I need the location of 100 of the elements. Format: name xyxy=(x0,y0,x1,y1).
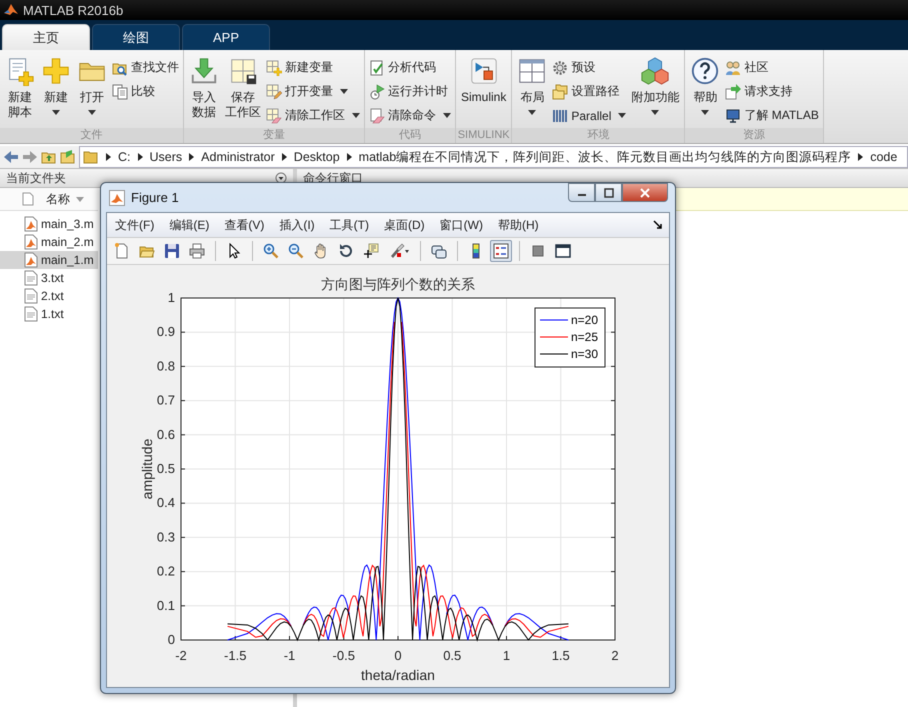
grid-plus-icon xyxy=(266,60,282,76)
ribbon-button[interactable]: 查找文件 xyxy=(110,56,181,79)
file-row[interactable]: main_1.m xyxy=(0,251,98,269)
ribbon-tab[interactable]: 绘图 xyxy=(92,24,180,50)
tick-label: 2 xyxy=(611,648,619,663)
chevron-icon xyxy=(858,153,864,161)
ribbon-tab[interactable]: 主页 xyxy=(2,24,90,50)
script-file-icon xyxy=(24,234,38,250)
file-row[interactable]: 2.txt xyxy=(0,287,98,305)
ribbon-button[interactable]: 打开变量 xyxy=(264,80,362,103)
chevron-icon xyxy=(346,153,352,161)
menu-item[interactable]: 窗口(W) xyxy=(440,216,483,234)
file-name: main_1.m xyxy=(41,253,94,267)
group-label: 代码 xyxy=(365,128,455,143)
text-file-icon xyxy=(24,270,38,286)
group-label: 环境 xyxy=(512,128,684,143)
menu-item[interactable]: 帮助(H) xyxy=(498,216,539,234)
ribbon-button[interactable]: 布局 xyxy=(514,54,550,117)
tick-label: 0.6 xyxy=(156,426,175,442)
path-segment[interactable]: Desktop xyxy=(294,150,340,164)
path-segment[interactable]: C: xyxy=(118,150,130,164)
compare-documents-icon xyxy=(112,84,128,100)
close-icon xyxy=(640,188,650,198)
tick-label: -2 xyxy=(175,648,187,663)
y-axis-label: amplitude xyxy=(139,438,155,500)
ribbon-button[interactable]: 比较 xyxy=(110,80,181,103)
tick-label: 0.3 xyxy=(156,529,175,544)
cubes-icon xyxy=(640,56,670,86)
toolbar-button[interactable] xyxy=(490,240,512,262)
rotate-icon xyxy=(338,243,354,259)
script-file-icon xyxy=(24,216,38,232)
grid-eraser-icon xyxy=(266,108,282,124)
ribbon-button[interactable]: 了解 MATLAB xyxy=(723,104,821,127)
chevron-icon xyxy=(189,153,194,161)
legend-icon xyxy=(493,243,509,259)
file-row[interactable]: main_2.m xyxy=(0,233,98,251)
chevron-icon xyxy=(282,153,287,161)
ribbon-button[interactable]: 打开 xyxy=(74,54,110,117)
path-segment[interactable]: code xyxy=(870,150,898,164)
menu-item[interactable]: 插入(I) xyxy=(279,216,315,234)
ribbon-button[interactable]: 附加功能 xyxy=(628,54,682,117)
file-row[interactable]: 1.txt xyxy=(0,305,98,323)
maximize-button[interactable] xyxy=(595,183,622,202)
text-file-icon xyxy=(24,306,38,322)
dock-arrow-icon[interactable] xyxy=(653,220,663,230)
menu-item[interactable]: 工具(T) xyxy=(330,216,369,234)
ribbon-button[interactable]: 帮助 xyxy=(687,54,724,117)
ribbon-button[interactable]: 新建变量 xyxy=(264,56,362,79)
ribbon-button[interactable]: 运行并计时 xyxy=(367,80,453,103)
path-segment[interactable]: matlab编程在不同情况下，阵列间距、波长、阵元数目画出均匀线阵的方向图源码程序 xyxy=(358,148,852,166)
browse-folder-icon[interactable] xyxy=(60,149,76,165)
ribbon-button[interactable]: Parallel xyxy=(550,104,628,127)
x-axis-label: theta/radian xyxy=(361,667,435,683)
ribbon-tab[interactable]: APP xyxy=(182,24,270,50)
ribbon-button[interactable]: Simulink xyxy=(458,54,510,107)
ribbon-button[interactable]: 保存 工作区 xyxy=(222,54,264,122)
path-segment[interactable]: Administrator xyxy=(201,150,275,164)
menu-item[interactable]: 查看(V) xyxy=(224,216,264,234)
ribbon-button[interactable]: 清除工作区 xyxy=(264,104,362,127)
group-label: 文件 xyxy=(0,128,183,143)
close-button[interactable] xyxy=(622,183,668,202)
tick-label: 0.5 xyxy=(156,461,175,476)
tick-label: 0.7 xyxy=(156,392,175,408)
menu-item[interactable]: 桌面(D) xyxy=(384,216,425,234)
monitor-icon xyxy=(725,108,742,124)
minimize-button[interactable] xyxy=(568,183,595,202)
grid-pencil-icon xyxy=(266,84,282,100)
legend-label: n=25 xyxy=(571,330,598,344)
tick-label: 0 xyxy=(394,648,402,663)
tick-label: 0.4 xyxy=(156,495,175,510)
file-row[interactable]: 3.txt xyxy=(0,269,98,287)
column-header[interactable]: 名称 xyxy=(0,188,98,211)
ribbon-button[interactable]: 设置路径 xyxy=(550,80,628,103)
path-segment[interactable]: Users xyxy=(150,150,182,164)
path-field[interactable]: C: Users Administrator Desktop matlab编程在不同情况下，阵列间距、波长、阵元数目画出均匀线阵的方向图源码程序 code xyxy=(79,146,908,168)
ribbon-button[interactable]: 新建 xyxy=(38,54,74,117)
menu-item[interactable]: 文件(F) xyxy=(115,216,154,234)
window-title: Figure 1 xyxy=(131,190,179,205)
tick-label: -1 xyxy=(284,648,296,663)
file-icon xyxy=(22,192,34,206)
back-arrow-icon[interactable] xyxy=(3,149,19,165)
support-arrow-icon xyxy=(725,84,742,100)
ribbon-button[interactable]: 新建 脚本 xyxy=(2,54,38,122)
file-name: main_2.m xyxy=(41,235,94,249)
ribbon-button[interactable]: 分析代码 xyxy=(367,56,453,79)
legend-label: n=20 xyxy=(571,313,598,327)
eraser-icon xyxy=(369,108,385,124)
block-diagram-icon xyxy=(468,56,499,86)
ribbon-button[interactable]: 导入 数据 xyxy=(186,54,222,122)
menu-item[interactable]: 编辑(E) xyxy=(169,216,210,234)
file-row[interactable]: main_3.m xyxy=(0,215,98,233)
script-file-icon xyxy=(24,252,38,268)
chevron-icon xyxy=(106,153,111,161)
ribbon-button[interactable]: 清除命令 xyxy=(367,104,453,127)
run-timer-icon xyxy=(369,84,385,100)
ribbon-button[interactable]: 社区 xyxy=(723,56,821,79)
ribbon-button[interactable]: 请求支持 xyxy=(723,80,821,103)
ribbon-button[interactable]: 预设 xyxy=(550,56,628,79)
zoom-in-icon xyxy=(263,243,279,259)
save-icon xyxy=(164,243,180,259)
